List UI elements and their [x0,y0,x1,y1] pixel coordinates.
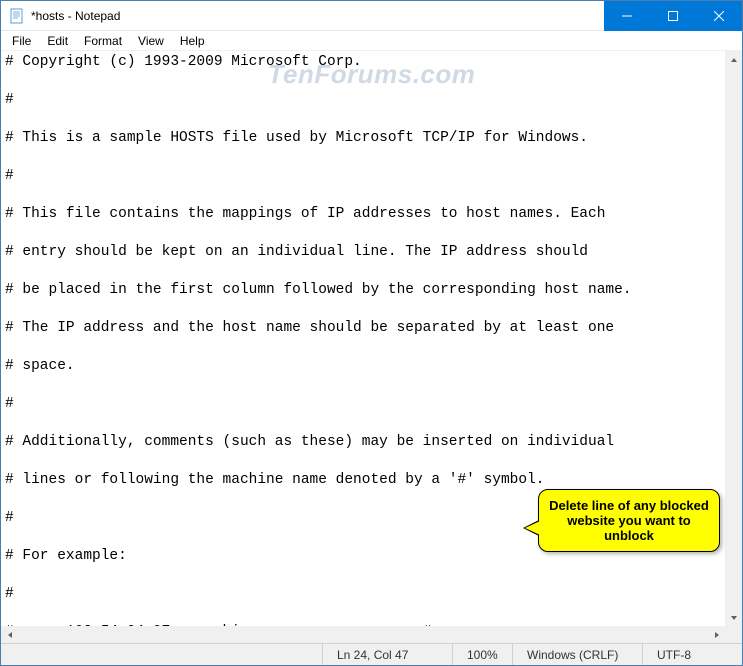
window-title: *hosts - Notepad [31,9,120,23]
text-line: # [5,395,721,414]
status-position: Ln 24, Col 47 [322,644,452,665]
maximize-button[interactable] [650,1,696,31]
scroll-right-button[interactable] [708,626,725,643]
menu-view[interactable]: View [131,32,171,50]
text-line: # entry should be kept on an individual … [5,243,721,262]
text-line: # [5,167,721,186]
vertical-scrollbar[interactable] [725,51,742,626]
menu-help[interactable]: Help [173,32,212,50]
text-line: # [5,91,721,110]
close-button[interactable] [696,1,742,31]
window-controls [604,1,742,30]
text-line: # space. [5,357,721,376]
scroll-left-button[interactable] [1,626,18,643]
text-line: # lines or following the machine name de… [5,471,721,490]
text-line: # Copyright (c) 1993-2009 Microsoft Corp… [5,53,721,72]
status-encoding: UTF-8 [642,644,742,665]
text-line: # This file contains the mappings of IP … [5,205,721,224]
titlebar: *hosts - Notepad [1,1,742,31]
horizontal-scrollbar[interactable] [1,626,725,643]
scroll-track-horizontal[interactable] [18,626,708,643]
scroll-up-button[interactable] [725,51,742,68]
scroll-down-button[interactable] [725,609,742,626]
editor-wrap: # Copyright (c) 1993-2009 Microsoft Corp… [1,51,742,643]
statusbar: Ln 24, Col 47 100% Windows (CRLF) UTF-8 [1,643,742,665]
menubar: File Edit Format View Help [1,31,742,51]
text-line: # [5,585,721,604]
notepad-icon [9,8,25,24]
scroll-corner [725,626,742,643]
status-line-ending: Windows (CRLF) [512,644,642,665]
text-line: # Additionally, comments (such as these)… [5,433,721,452]
text-line: # be placed in the first column followed… [5,281,721,300]
menu-file[interactable]: File [5,32,38,50]
status-zoom: 100% [452,644,512,665]
menu-format[interactable]: Format [77,32,129,50]
text-line: # This is a sample HOSTS file used by Mi… [5,129,721,148]
menu-edit[interactable]: Edit [40,32,75,50]
minimize-button[interactable] [604,1,650,31]
scroll-track-vertical[interactable] [725,68,742,609]
text-line: # The IP address and the host name shoul… [5,319,721,338]
annotation-callout: Delete line of any blocked website you w… [538,489,720,552]
